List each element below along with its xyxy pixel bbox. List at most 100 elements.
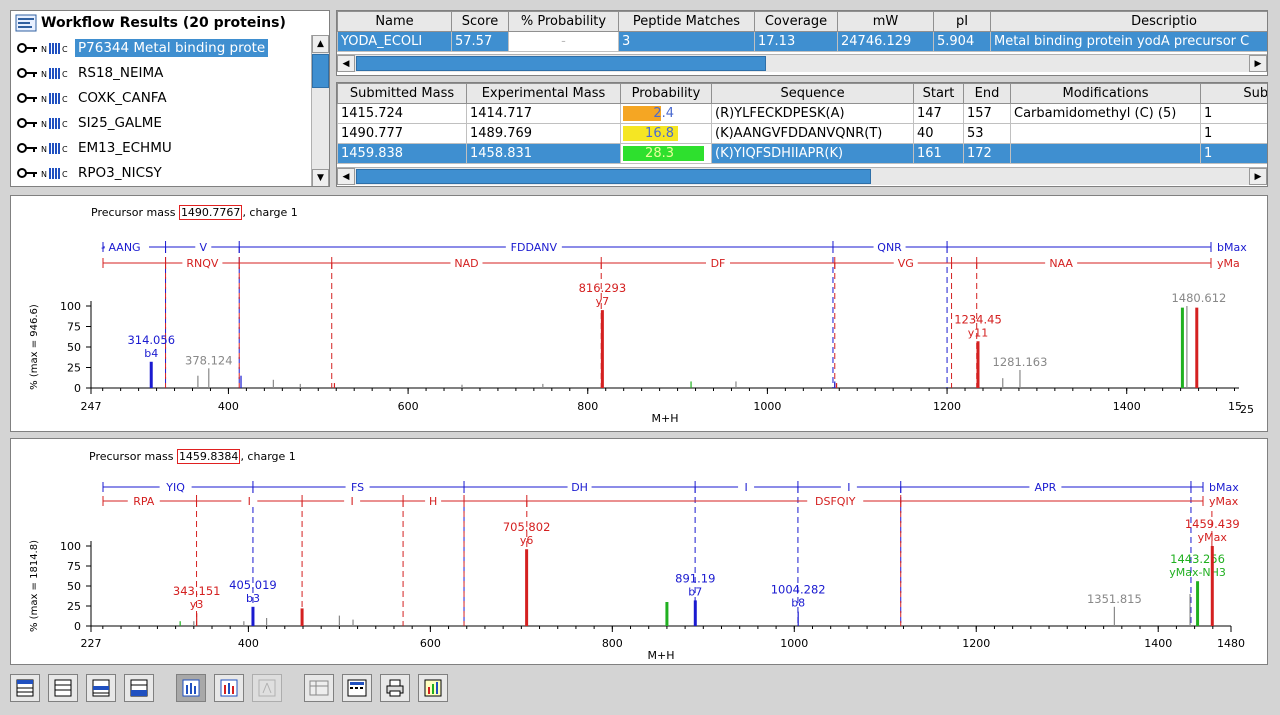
spectrum-chart-2[interactable]: 227 400 600 800 1000 1200 1400 1480 0 25 50 75 100 % … [11, 439, 1267, 664]
spectrum-panel-1[interactable]: Precursor mass 1490.7767, charge 1 247 40… [10, 195, 1268, 432]
peak-mass-label: 891.19 [675, 571, 715, 585]
tree-header: Workflow Results (20 proteins) [11, 11, 329, 35]
expand-key-icon[interactable] [17, 117, 39, 129]
layout-3-button[interactable] [86, 674, 116, 702]
b-ladder-end-label: bMax [1209, 481, 1239, 494]
column-header[interactable]: Score [451, 11, 509, 32]
scroll-left-icon[interactable]: ◀ [337, 55, 355, 72]
layout-3-icon [92, 679, 110, 697]
layout-1-button[interactable] [10, 674, 40, 702]
tree-item[interactable]: N C P76344 Metal binding prote [11, 35, 329, 60]
expand-key-icon[interactable] [17, 142, 39, 154]
peak-ion-label: yMax-NH3 [1169, 566, 1226, 579]
tree-item[interactable]: N C EM13_ECHMU [11, 135, 329, 160]
column-header[interactable]: Name [337, 11, 452, 32]
expand-key-icon[interactable] [17, 42, 39, 54]
column-header[interactable]: Sequence [711, 83, 914, 104]
x-tick-label: 1400 [1113, 400, 1141, 413]
b-ladder-segment: QNR [877, 241, 902, 254]
svg-text:N: N [41, 170, 47, 179]
spectrum-compare-button[interactable] [214, 674, 244, 702]
table-cell: 1459.838 [337, 143, 467, 164]
chart-export-button[interactable] [418, 674, 448, 702]
column-header[interactable]: Start [913, 83, 964, 104]
tree-item[interactable]: N C RS18_NEIMA [11, 60, 329, 85]
protein-sequence-icon: NC [41, 117, 68, 129]
tree-item-label: P76344 Metal binding prote [75, 38, 269, 57]
tree-item[interactable]: N C COXK_CANFA [11, 85, 329, 110]
y-tick-label: 25 [67, 600, 81, 613]
column-header[interactable]: pI [933, 11, 991, 32]
tree-item[interactable]: N C SI25_GALME [11, 110, 329, 135]
column-header[interactable]: % Probability [508, 11, 619, 32]
protein-table-horizontal-scrollbar[interactable]: ◀ ▶ [337, 54, 1267, 72]
keyboard-button[interactable] [342, 674, 372, 702]
scroll-right-icon[interactable]: ▶ [1249, 168, 1267, 185]
print-icon [386, 679, 404, 697]
svg-text:C: C [62, 95, 68, 104]
x-tick-label: 1200 [962, 637, 990, 650]
column-header[interactable]: Peptide Matches [618, 11, 755, 32]
expand-key-icon[interactable] [17, 167, 39, 179]
tree-item-label: COXK_CANFA [78, 89, 167, 106]
column-header[interactable]: Probability [620, 83, 712, 104]
peak-mass-label: 705.802 [503, 520, 551, 534]
x-tick-label: 400 [238, 637, 259, 650]
column-header[interactable]: mW [837, 11, 934, 32]
tree-item[interactable]: N C RPO3_NICSY [11, 160, 329, 185]
b-ladder-segment: V [200, 241, 208, 254]
scroll-thumb[interactable] [356, 169, 871, 184]
table-cell: 1415.724 [337, 103, 467, 124]
table-export-button[interactable] [304, 674, 334, 702]
svg-text:N: N [41, 95, 47, 104]
table-row[interactable]: 1490.777 1489.769 16.8 (K)AANGVFDDANVQNR(T)… [337, 123, 1267, 144]
column-header[interactable]: Submitted Mass [337, 83, 467, 104]
scroll-thumb[interactable] [312, 54, 329, 88]
table-cell: 53 [963, 123, 1011, 144]
b-ladder-end-label: bMax [1217, 241, 1247, 254]
column-header[interactable]: Modifications [1010, 83, 1201, 104]
spectrum-chart-1[interactable]: 247 400 600 800 1000 1200 1400 15250255075100% … [11, 196, 1267, 431]
spectrum-view-button[interactable] [176, 674, 206, 702]
protein-table-panel: Name Score% Probability Peptide Matches Cov… [336, 10, 1268, 76]
fragment-button[interactable] [252, 674, 282, 702]
scroll-down-icon[interactable]: ▼ [312, 169, 329, 186]
table-row[interactable]: 1415.724 1414.717 2.4 (R)YLFECKDPESK(A) 147 1… [337, 103, 1267, 124]
table-cell: 1489.769 [466, 123, 621, 144]
expand-key-icon[interactable] [17, 67, 39, 79]
scroll-left-icon[interactable]: ◀ [337, 168, 355, 185]
table-row[interactable]: YODA_ECOLI 57.57-3 17.13 24746.129 5.904 Meta… [337, 31, 1267, 52]
y-ladder-segment: RPA [133, 495, 155, 508]
protein-sequence-icon: NC [41, 142, 68, 154]
tree-vertical-scrollbar[interactable]: ▲ ▼ [311, 35, 329, 186]
table-cell: (K)YIQFSDHIIAPR(K) [711, 143, 914, 164]
b-ladder-segment: DH [571, 481, 588, 494]
y-tick-label: 100 [60, 540, 81, 553]
column-header[interactable]: Submitt [1200, 83, 1267, 104]
layout-1-icon [16, 679, 34, 697]
table-row[interactable]: 1459.838 1458.831 28.3 (K)YIQFSDHIIAPR(K) 16… [337, 143, 1267, 164]
column-header[interactable]: End [963, 83, 1011, 104]
y-tick-label: 50 [67, 580, 81, 593]
layout-4-button[interactable] [124, 674, 154, 702]
scroll-right-icon[interactable]: ▶ [1249, 55, 1267, 72]
table-cell: 57.57 [451, 31, 509, 52]
column-header[interactable]: Coverage [754, 11, 838, 32]
table-cell: 172 [963, 143, 1011, 164]
layout-2-button[interactable] [48, 674, 78, 702]
column-header[interactable]: Experimental Mass [466, 83, 621, 104]
scroll-up-icon[interactable]: ▲ [312, 35, 329, 53]
scroll-thumb[interactable] [356, 56, 766, 71]
x-tick-label: 600 [420, 637, 441, 650]
column-header[interactable]: Descriptio [990, 11, 1267, 32]
print-button[interactable] [380, 674, 410, 702]
peak-mass-label: 1234.45 [954, 312, 1002, 326]
spectrum-panel-2[interactable]: Precursor mass 1459.8384, charge 1 227 40… [10, 438, 1268, 665]
protein-sequence-icon: NC [41, 42, 68, 54]
protein-sequence-icon: NC [41, 67, 68, 79]
peak-mass-label: 816.293 [579, 281, 627, 295]
peptide-table-horizontal-scrollbar[interactable]: ◀ ▶ [337, 167, 1267, 185]
peak-mass-label: 1351.815 [1087, 592, 1142, 606]
expand-key-icon[interactable] [17, 92, 39, 104]
table-cell: 1414.717 [466, 103, 621, 124]
